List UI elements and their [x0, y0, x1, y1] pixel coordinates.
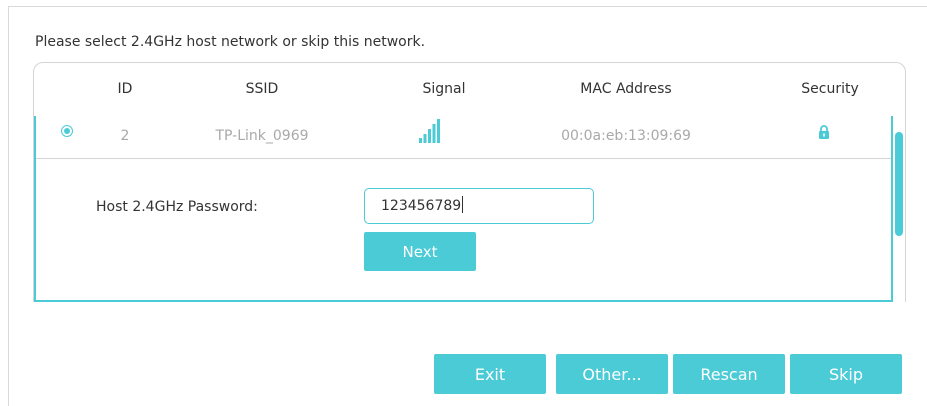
- instruction-text: Please select 2.4GHz host network or ski…: [35, 34, 426, 50]
- other-button[interactable]: Other...: [556, 354, 668, 394]
- lock-icon: [818, 124, 830, 143]
- text-caret: [462, 196, 464, 213]
- table-row[interactable]: 2 TP-Link_0969 00:0a:eb:13:09:69: [36, 116, 891, 159]
- password-value: 123456789: [381, 198, 462, 214]
- column-header-security: Security: [801, 81, 859, 97]
- column-header-mac-address: MAC Address: [580, 81, 672, 97]
- next-button[interactable]: Next: [364, 232, 476, 271]
- network-id: 2: [120, 128, 130, 144]
- rescan-button[interactable]: Rescan: [673, 354, 785, 394]
- skip-button[interactable]: Skip: [790, 354, 902, 394]
- network-radio-button[interactable]: [61, 125, 73, 137]
- password-label: Host 2.4GHz Password:: [96, 199, 258, 215]
- password-input[interactable]: 123456789: [364, 188, 594, 224]
- exit-button[interactable]: Exit: [434, 354, 546, 394]
- selected-network-panel: 2 TP-Link_0969 00:0a:eb:13:09:69 Host 2.…: [34, 116, 893, 302]
- network-mac-address: 00:0a:eb:13:09:69: [561, 128, 691, 144]
- column-header-signal: Signal: [422, 81, 466, 97]
- column-header-ssid: SSID: [245, 81, 279, 97]
- column-header-id: ID: [117, 81, 133, 97]
- table-scrollbar[interactable]: [893, 116, 905, 302]
- network-ssid: TP-Link_0969: [215, 128, 309, 144]
- table-header: ID SSID Signal MAC Address Security: [34, 63, 905, 115]
- signal-strength-full-icon: [419, 118, 441, 152]
- scrollbar-thumb[interactable]: [895, 132, 903, 236]
